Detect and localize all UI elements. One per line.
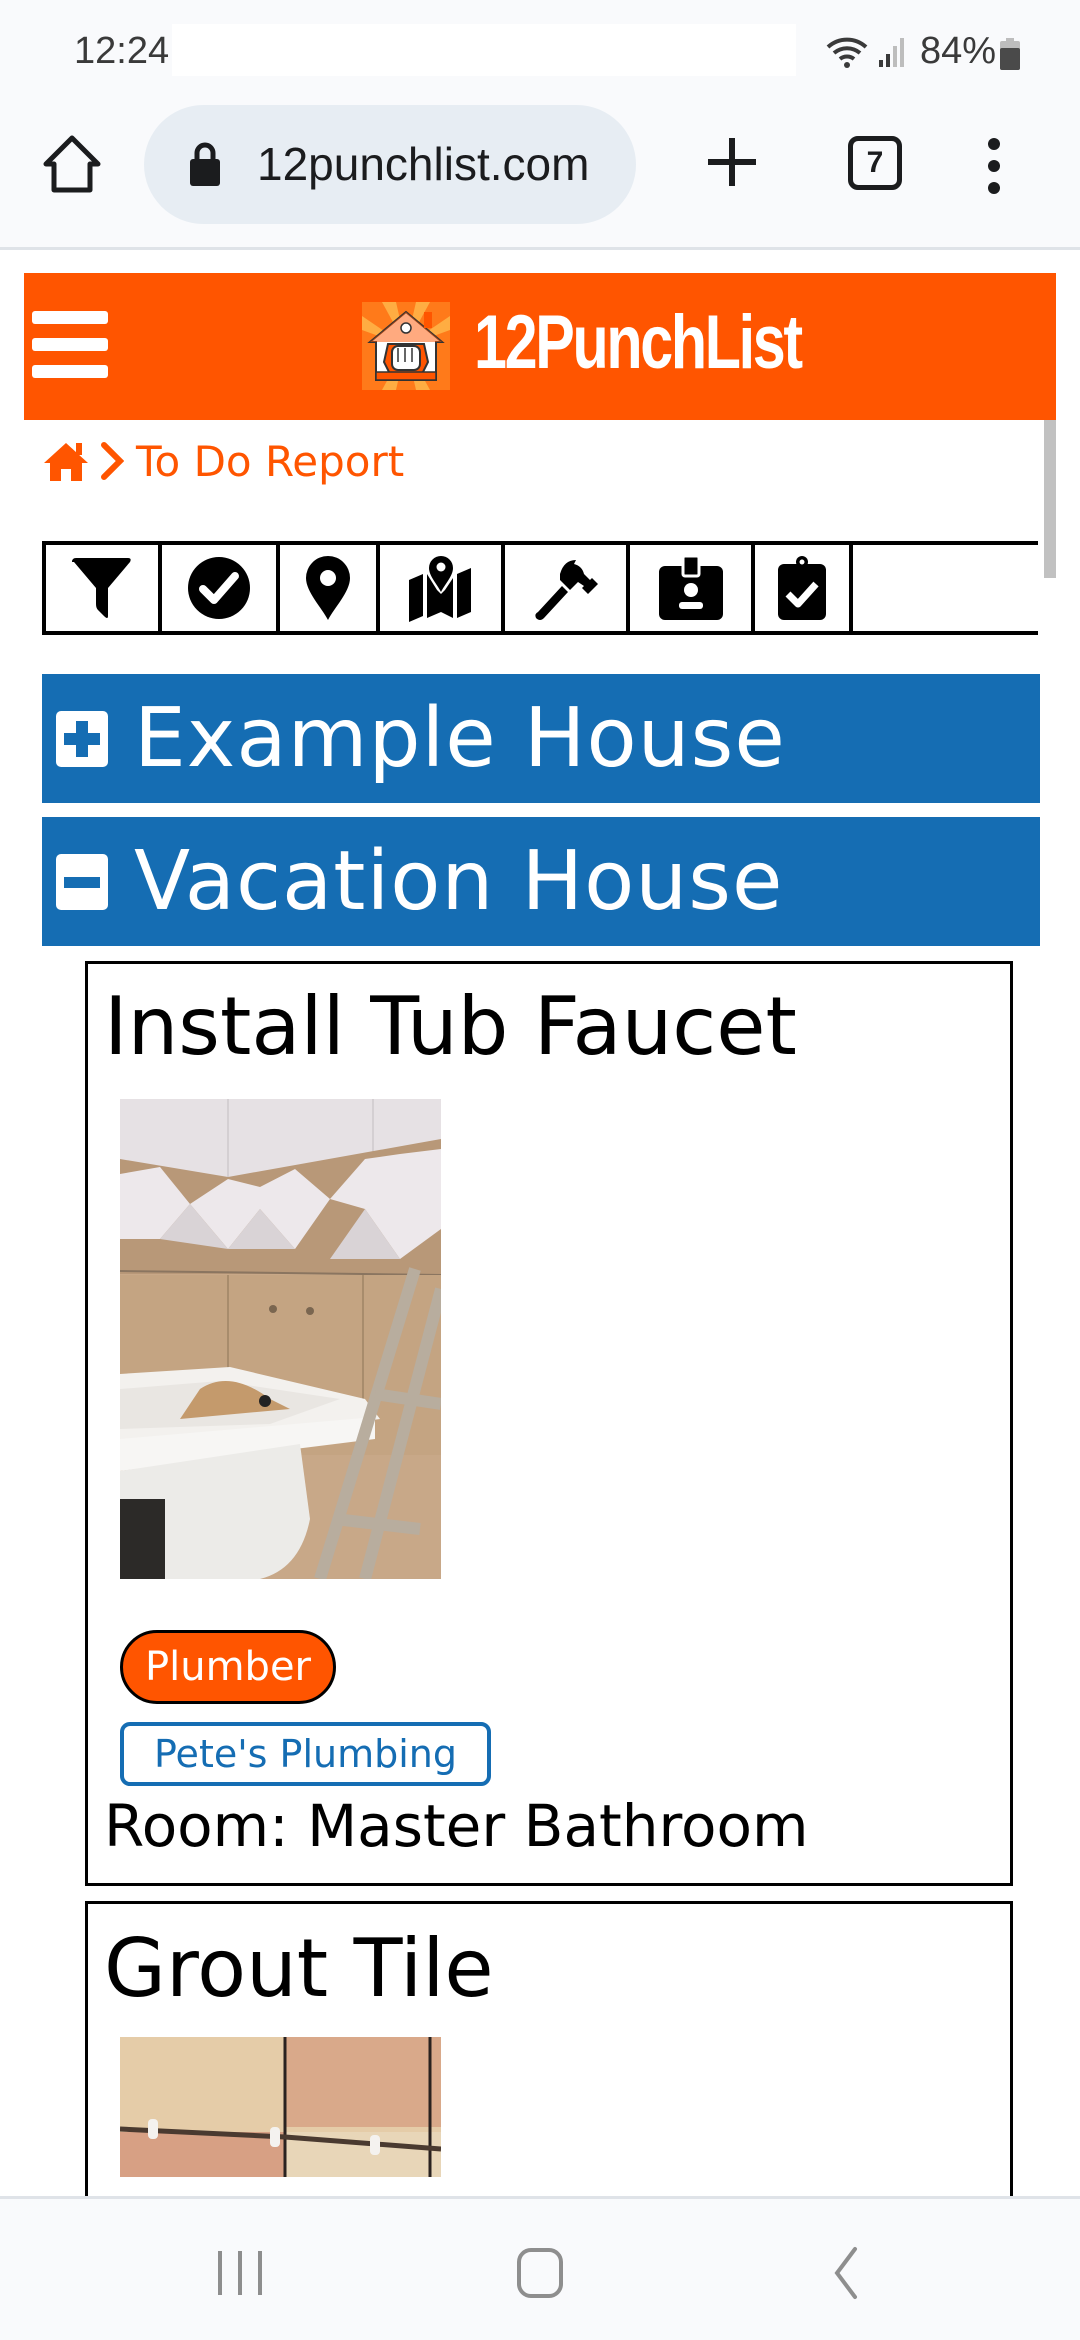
back-icon[interactable]: [815, 2243, 875, 2303]
minus-square-icon[interactable]: [54, 852, 110, 912]
more-menu-icon[interactable]: [982, 136, 1006, 196]
hamburger-icon[interactable]: [32, 311, 110, 381]
address-bar[interactable]: 12punchlist.com: [144, 105, 636, 224]
system-nav-bar: [0, 2196, 1080, 2340]
browser-home-icon[interactable]: [40, 132, 104, 196]
wifi-icon: [826, 37, 868, 68]
lock-icon: [190, 142, 220, 186]
home-icon[interactable]: [42, 439, 90, 483]
map-marker-icon: [306, 556, 350, 620]
task-room: Room: Master Bathroom: [104, 1792, 809, 1860]
filter-icon: [72, 558, 131, 618]
status-time: 12:24: [74, 30, 170, 72]
tab-switcher-button[interactable]: 7: [848, 136, 902, 190]
trade-badge[interactable]: Plumber: [120, 1630, 336, 1704]
section-example-house[interactable]: Example House: [42, 674, 1040, 803]
house-fist-logo[interactable]: [362, 302, 450, 390]
section-title: Example House: [134, 691, 786, 786]
hammer-icon: [534, 560, 598, 620]
task-title[interactable]: Grout Tile: [104, 1922, 494, 2015]
task-card[interactable]: Grout Tile: [85, 1901, 1013, 2201]
location-filter-button[interactable]: [276, 545, 376, 631]
task-card[interactable]: Install Tub Faucet Plumber Pete's Plumbi…: [85, 961, 1013, 1886]
page-scrollbar[interactable]: [1044, 420, 1056, 578]
status-notch-area: [172, 24, 796, 76]
battery-icon: [1000, 38, 1020, 70]
id-badge-icon: [658, 554, 723, 620]
breadcrumb: To Do Report: [42, 436, 404, 486]
status-bar: 12:24 84%: [0, 0, 1080, 90]
trade-filter-button[interactable]: [501, 545, 626, 631]
site-header: 12PunchList: [24, 273, 1056, 420]
breadcrumb-current: To Do Report: [136, 436, 405, 486]
recent-apps-icon[interactable]: [210, 2243, 270, 2303]
task-photo[interactable]: [120, 1099, 441, 1579]
vendor-badge[interactable]: Pete's Plumbing: [120, 1722, 491, 1786]
map-button[interactable]: [376, 545, 501, 631]
home-circle-icon[interactable]: [510, 2243, 570, 2303]
tasks-filter-button[interactable]: [751, 545, 849, 631]
section-title: Vacation House: [134, 834, 784, 929]
browser-toolbar: 12punchlist.com 7: [0, 90, 1080, 250]
battery-percent: 84%: [920, 30, 997, 72]
status-filter-button[interactable]: [158, 545, 276, 631]
section-vacation-house[interactable]: Vacation House: [42, 817, 1040, 946]
new-tab-icon[interactable]: [706, 136, 758, 188]
vendor-filter-button[interactable]: [626, 545, 751, 631]
filter-toolbar: [42, 541, 1038, 635]
filter-button[interactable]: [42, 545, 158, 631]
brand-name[interactable]: 12PunchList: [474, 299, 803, 386]
filter-toolbar-spacer: [849, 545, 1038, 631]
plus-square-icon[interactable]: [54, 709, 110, 769]
task-photo[interactable]: [120, 2037, 441, 2177]
map-icon: [408, 556, 471, 622]
url-text[interactable]: 12punchlist.com: [257, 137, 589, 191]
task-title[interactable]: Install Tub Faucet: [104, 980, 797, 1073]
signal-icon: [879, 38, 904, 67]
clipboard-check-icon: [778, 556, 826, 620]
check-circle-icon: [188, 557, 250, 619]
chevron-right-icon: [101, 442, 124, 480]
